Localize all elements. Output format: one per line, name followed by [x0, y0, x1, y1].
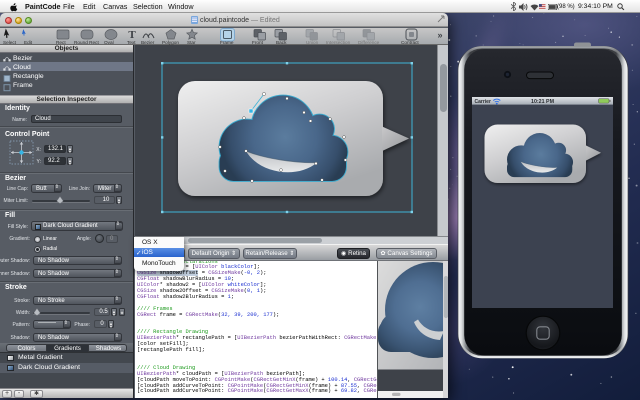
svg-text:»: »: [437, 30, 442, 40]
svg-text:10:21 PM: 10:21 PM: [531, 99, 555, 105]
svg-text:Carrier: Carrier: [475, 99, 491, 105]
